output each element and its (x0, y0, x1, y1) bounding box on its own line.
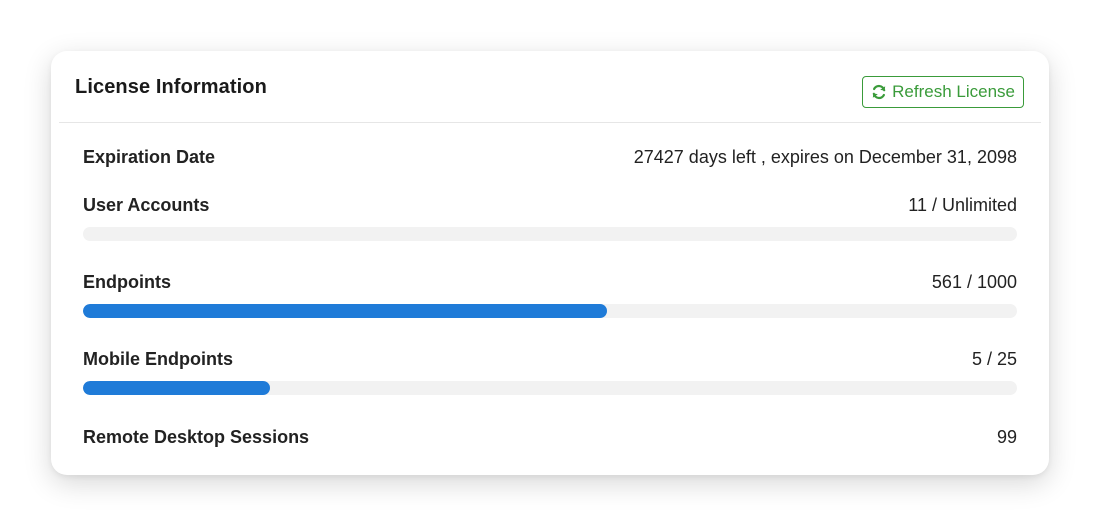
mobile-endpoints-label: Mobile Endpoints (83, 349, 233, 369)
expiration-date-label: Expiration Date (83, 147, 216, 167)
card-title: License Information (75, 76, 267, 98)
endpoints-value: 561 / 1000 (931, 272, 1017, 292)
mobile-endpoints-progress-fill (83, 381, 270, 395)
remote-desktop-sessions-value: 99 (996, 427, 1017, 447)
user-accounts-value: 11 / Unlimited (908, 195, 1017, 215)
refresh-license-button[interactable]: Refresh License (862, 76, 1024, 108)
endpoints-progress-fill (83, 304, 607, 318)
refresh-license-label: Refresh License (892, 82, 1015, 101)
mobile-endpoints-progress-track (83, 381, 1017, 395)
user-accounts-progress-track (83, 227, 1017, 241)
refresh-icon (871, 84, 887, 100)
card-header: License Information Refresh License (59, 51, 1041, 123)
license-information-card: License Information Refresh License Expi… (51, 51, 1049, 475)
endpoints-progress-track (83, 304, 1017, 318)
remote-desktop-sessions-label: Remote Desktop Sessions (83, 427, 310, 447)
expiration-date-value: 27427 days left , expires on December 31… (633, 147, 1017, 167)
mobile-endpoints-value: 5 / 25 (971, 349, 1017, 369)
user-accounts-label: User Accounts (83, 195, 210, 215)
endpoints-label: Endpoints (83, 272, 171, 292)
